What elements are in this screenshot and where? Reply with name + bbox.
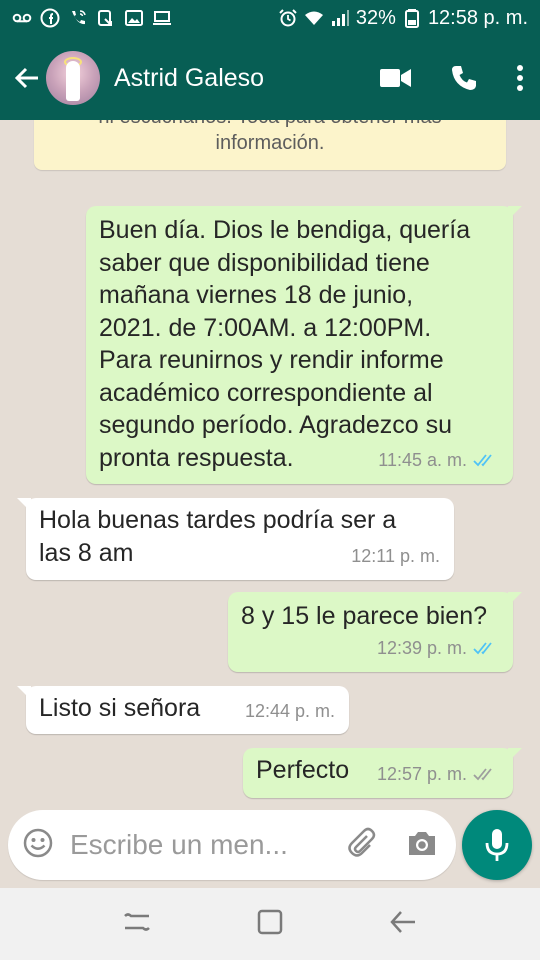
read-ticks-icon <box>473 454 492 467</box>
encryption-notice[interactable]: ni escucharlos. Toca para obtener más in… <box>34 120 506 170</box>
back-nav-button[interactable] <box>389 909 417 940</box>
camera-icon <box>409 831 435 855</box>
message-bubble-outgoing[interactable]: Buen día. Dios le bendiga, quería saber … <box>86 206 522 484</box>
avatar[interactable] <box>46 51 100 105</box>
message-meta: 12:57 p. m. <box>377 758 499 791</box>
wifi-call-icon <box>68 8 88 28</box>
message-bubble-outgoing[interactable]: Perfecto 12:57 p. m. <box>243 748 522 798</box>
video-call-icon <box>380 69 411 87</box>
message-time: 12:11 p. m. <box>351 545 440 566</box>
system-nav-bar <box>0 888 540 960</box>
laptop-icon <box>152 8 172 28</box>
message-input[interactable] <box>70 829 310 861</box>
back-icon <box>390 910 415 933</box>
video-call-button[interactable] <box>380 67 412 89</box>
delivered-ticks-icon <box>473 768 492 781</box>
home-button[interactable] <box>257 909 283 940</box>
message-time: 12:57 p. m. <box>376 763 467 784</box>
status-notification-icons <box>12 8 172 28</box>
battery-icon <box>402 8 422 28</box>
contact-name[interactable]: Astrid Galeso <box>114 64 380 93</box>
emoji-icon <box>23 828 53 857</box>
encryption-notice-line2: información. <box>215 132 325 154</box>
message-bubble-incoming[interactable]: Hola buenas tardes podría ser a las 8 am… <box>17 498 454 580</box>
encryption-notice-line1: ni escucharlos. Toca para obtener más <box>34 120 506 130</box>
clock: 12:58 p. m. <box>427 6 528 29</box>
attach-button[interactable] <box>346 827 376 864</box>
status-bar: 32% 12:58 p. m. <box>0 0 540 36</box>
missed-call-icon <box>96 8 116 28</box>
message-bubble-incoming[interactable]: Listo si señora 12:44 p. m. <box>17 686 349 734</box>
avatar-figure <box>66 61 80 101</box>
more-options-button[interactable] <box>516 64 524 92</box>
back-arrow-icon <box>14 67 38 89</box>
back-button[interactable] <box>10 58 44 98</box>
status-system-icons: 32% 12:58 p. m. <box>278 7 528 30</box>
message-bubble-outgoing[interactable]: 8 y 15 le parece bien? 12:39 p. m. <box>228 592 522 672</box>
home-icon <box>257 909 283 934</box>
recents-button[interactable] <box>123 909 151 940</box>
voice-call-button[interactable] <box>450 64 478 92</box>
message-text: 8 y 15 le parece bien? <box>241 602 488 630</box>
header-actions <box>380 64 524 92</box>
message-time: 11:45 a. m. <box>378 449 467 470</box>
phone-icon <box>452 66 476 90</box>
message-composer <box>8 810 456 880</box>
facebook-icon <box>40 8 60 28</box>
message-meta: 12:11 p. m. <box>351 540 440 573</box>
wifi-icon <box>304 8 324 28</box>
message-time: 12:39 p. m. <box>376 637 467 658</box>
voicemail-icon <box>12 8 32 28</box>
camera-button[interactable] <box>406 829 438 862</box>
composer-actions <box>346 827 438 864</box>
mic-icon <box>485 829 509 861</box>
chat-header: Astrid Galeso <box>0 36 540 120</box>
read-ticks-icon <box>473 642 492 655</box>
message-text: Buen día. Dios le bendiga, quería saber … <box>99 216 471 472</box>
emoji-button[interactable] <box>22 827 54 864</box>
message-time: 12:44 p. m. <box>244 700 335 721</box>
attach-icon <box>348 827 376 857</box>
more-vert-icon <box>517 65 523 91</box>
message-list[interactable]: ni escucharlos. Toca para obtener más in… <box>0 120 540 810</box>
gallery-icon <box>124 8 144 28</box>
alarm-icon <box>278 8 298 28</box>
signal-icon <box>330 8 350 28</box>
message-meta: 11:45 a. m. <box>378 444 499 477</box>
message-meta: 12:44 p. m. <box>245 695 335 728</box>
recents-icon <box>124 912 150 931</box>
message-meta: 12:39 p. m. <box>377 632 499 665</box>
battery-percent: 32% <box>355 6 396 29</box>
voice-message-button[interactable] <box>462 810 532 880</box>
